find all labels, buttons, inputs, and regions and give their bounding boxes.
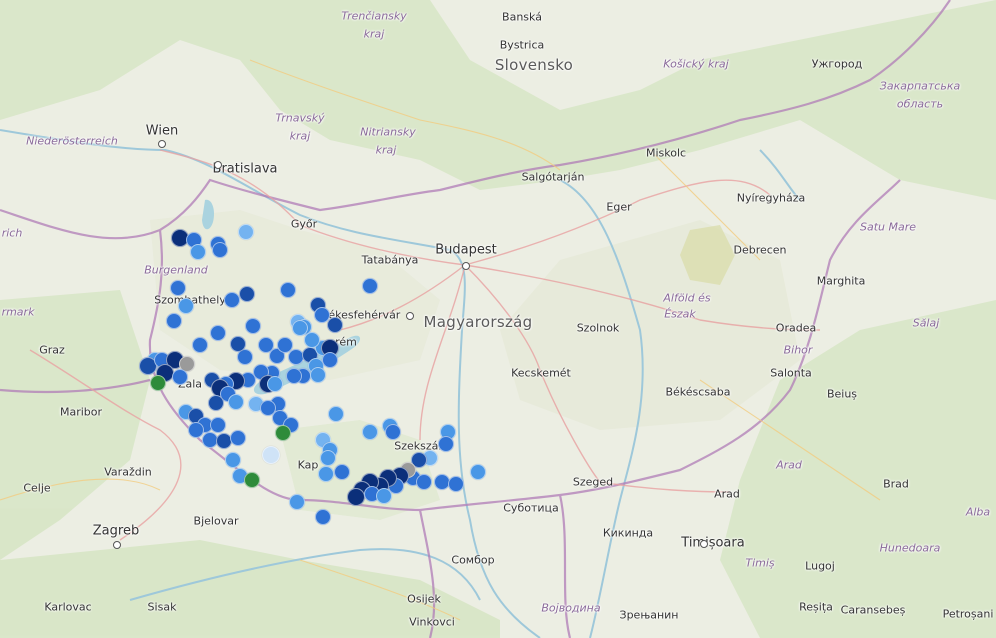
station-marker[interactable]	[150, 375, 166, 391]
station-marker[interactable]	[262, 446, 280, 464]
city-point	[113, 541, 121, 549]
station-marker[interactable]	[192, 337, 208, 353]
station-marker[interactable]	[230, 430, 246, 446]
station-marker[interactable]	[310, 367, 326, 383]
basemap	[0, 0, 996, 638]
station-marker[interactable]	[275, 425, 291, 441]
map-container[interactable]: Slovensko Magyarország Trenčiansky kraj Trna…	[0, 0, 996, 638]
station-marker[interactable]	[328, 406, 344, 422]
station-marker[interactable]	[170, 280, 186, 296]
station-marker[interactable]	[362, 424, 378, 440]
station-marker[interactable]	[327, 317, 343, 333]
station-marker[interactable]	[245, 318, 261, 334]
station-marker[interactable]	[334, 464, 350, 480]
station-marker[interactable]	[280, 282, 296, 298]
station-marker[interactable]	[304, 332, 320, 348]
station-marker[interactable]	[230, 336, 246, 352]
station-marker[interactable]	[438, 436, 454, 452]
station-marker[interactable]	[289, 494, 305, 510]
city-point	[462, 262, 470, 270]
station-marker[interactable]	[362, 278, 378, 294]
station-marker[interactable]	[178, 298, 194, 314]
station-marker[interactable]	[244, 472, 260, 488]
station-marker[interactable]	[172, 369, 188, 385]
station-marker[interactable]	[416, 474, 432, 490]
station-marker[interactable]	[286, 368, 302, 384]
station-marker[interactable]	[208, 395, 224, 411]
city-point	[700, 540, 708, 548]
station-marker[interactable]	[315, 509, 331, 525]
station-marker[interactable]	[318, 466, 334, 482]
station-marker[interactable]	[190, 244, 206, 260]
station-marker[interactable]	[322, 352, 338, 368]
station-marker[interactable]	[188, 422, 204, 438]
station-marker[interactable]	[166, 313, 182, 329]
city-point	[158, 140, 166, 148]
station-marker[interactable]	[448, 476, 464, 492]
station-marker[interactable]	[385, 424, 401, 440]
station-marker[interactable]	[224, 292, 240, 308]
station-marker[interactable]	[212, 242, 228, 258]
station-marker[interactable]	[238, 224, 254, 240]
station-marker[interactable]	[228, 394, 244, 410]
station-marker[interactable]	[210, 417, 226, 433]
station-marker[interactable]	[320, 450, 336, 466]
station-marker[interactable]	[376, 488, 392, 504]
station-marker[interactable]	[347, 488, 365, 506]
station-marker[interactable]	[314, 307, 330, 323]
city-point	[214, 161, 222, 169]
station-marker[interactable]	[225, 452, 241, 468]
station-marker[interactable]	[239, 286, 255, 302]
station-marker[interactable]	[267, 376, 283, 392]
station-marker[interactable]	[210, 325, 226, 341]
station-marker[interactable]	[470, 464, 486, 480]
city-point	[406, 312, 414, 320]
